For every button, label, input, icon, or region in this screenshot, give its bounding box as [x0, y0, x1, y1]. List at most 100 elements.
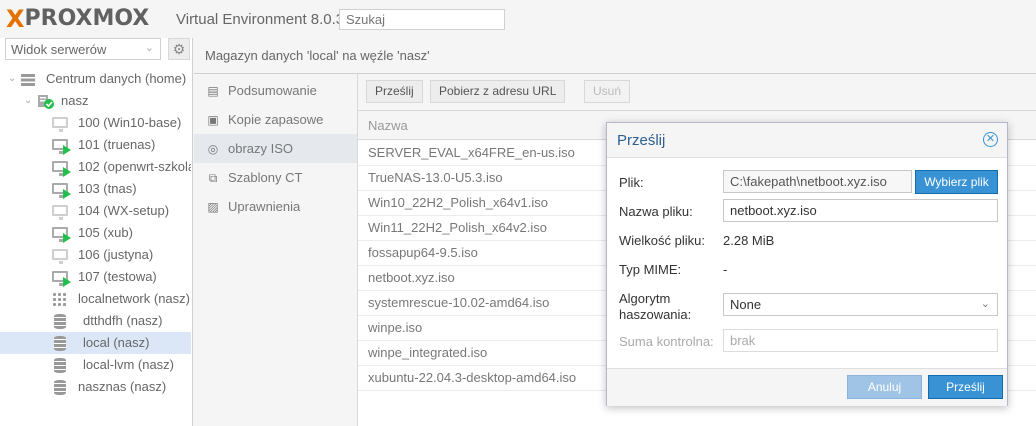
network-icon: [52, 292, 68, 306]
tree-item-label: 107 (testowa): [78, 269, 157, 284]
product-version: Virtual Environment 8.0.3: [176, 11, 345, 28]
tree-item[interactable]: dtthdfh (nasz): [0, 310, 191, 332]
checksum-label: Suma kontrolna:: [619, 334, 714, 349]
storage-icon: [52, 336, 68, 351]
iso-filename: systemrescue-10.02-amd64.iso: [368, 295, 550, 310]
iso-filename: Win11_22H2_Polish_x64v2.iso: [368, 220, 547, 235]
search-input[interactable]: [339, 9, 505, 30]
logo-x: X: [6, 5, 25, 33]
view-select[interactable]: Widok serwerów ⌄: [5, 38, 161, 60]
upload-dialog: Prześlij ✕ Plik: C:\fakepath\netboot.xyz…: [606, 122, 1008, 406]
tree-item[interactable]: local (nasz): [0, 332, 191, 354]
tree-item[interactable]: ⌄ Centrum danych (home): [0, 68, 191, 90]
top-bar: X PROXMOX Virtual Environment 8.0.3: [0, 0, 1036, 38]
hash-algorithm-select[interactable]: None ⌄: [723, 293, 998, 316]
tree-item-label: 103 (tnas): [78, 181, 137, 196]
file-label: Plik:: [619, 175, 644, 190]
tree-item[interactable]: localnetwork (nasz): [0, 288, 191, 310]
proxmox-logo: X PROXMOX: [6, 5, 150, 33]
tree-item[interactable]: 103 (tnas): [0, 178, 191, 200]
tree-item-label: 106 (justyna): [78, 247, 154, 262]
view-select-value: Widok serwerów: [11, 42, 107, 57]
hash-label-line1: Algorytm: [619, 291, 671, 306]
file-size-value: 2.28 MiB: [723, 233, 775, 248]
iso-toolbar: Prześlij Pobierz z adresu URL Usuń: [358, 74, 1036, 111]
book-icon: ▤: [207, 84, 219, 98]
filename-label: Nazwa pliku:: [619, 204, 693, 219]
tree-item-label: local (nasz): [83, 335, 150, 350]
close-icon[interactable]: ✕: [983, 132, 998, 147]
hash-label: Algorytm haszowania:: [619, 291, 691, 323]
mime-value: -: [723, 262, 728, 277]
upload-confirm-button[interactable]: Prześlij: [928, 375, 1003, 399]
menu-item-label: Szablony CT: [228, 170, 303, 185]
download-url-button[interactable]: Pobierz z adresu URL: [430, 80, 566, 103]
checksum-input[interactable]: brak: [723, 329, 998, 352]
node-icon: [37, 94, 54, 109]
content-header: Magazyn danych 'local' na węźle 'nasz': [194, 38, 1036, 74]
tree-item[interactable]: nasznas (nasz): [0, 376, 191, 398]
tree-item-label: Centrum danych (home): [46, 71, 187, 86]
tree-item[interactable]: 105 (xub): [0, 222, 191, 244]
tree-item-label: localnetwork (nasz): [78, 291, 190, 306]
hash-label-line2: haszowania:: [619, 307, 692, 322]
logo-word: PROXMOX: [24, 6, 150, 31]
column-header-label: Nazwa: [368, 118, 408, 133]
tree-item-label: 102 (openwrt-szkola): [78, 159, 191, 174]
storage-icon: [52, 314, 68, 329]
menu-item[interactable]: ▨ Uprawnienia: [194, 192, 357, 221]
iso-filename: winpe_integrated.iso: [368, 345, 488, 360]
menu-item[interactable]: ▤ Podsumowanie: [194, 76, 357, 105]
disc-icon: ◎: [207, 142, 219, 156]
tree-item[interactable]: 102 (openwrt-szkola): [0, 156, 191, 178]
tree-expand-icon[interactable]: ⌄: [24, 90, 32, 112]
menu-item-label: Kopie zapasowe: [228, 112, 324, 127]
delete-button[interactable]: Usuń: [584, 80, 631, 103]
unlock-icon: ▨: [207, 200, 219, 214]
storage-icon: [52, 358, 68, 373]
dialog-title: Prześlij: [617, 132, 666, 149]
iso-filename: TrueNAS-13.0-U5.3.iso: [368, 170, 503, 185]
tree-item-label: local-lvm (nasz): [83, 357, 175, 372]
tree-item[interactable]: ⌄ nasz: [0, 90, 191, 112]
tree-item-label: dtthdfh (nasz): [83, 313, 163, 328]
tree-item[interactable]: 104 (WX-setup): [0, 200, 191, 222]
file-path-field[interactable]: C:\fakepath\netboot.xyz.iso: [723, 170, 912, 193]
iso-filename: fossapup64-9.5.iso: [368, 245, 478, 260]
menu-item[interactable]: ▣ Kopie zapasowe: [194, 105, 357, 134]
tree-item[interactable]: 107 (testowa): [0, 266, 191, 288]
vm-icon: [52, 160, 71, 177]
menu-item[interactable]: ⧉ Szablony CT: [194, 163, 357, 192]
tree-item-label: nasznas (nasz): [78, 379, 167, 394]
vm-icon: [52, 138, 71, 155]
cancel-button[interactable]: Anuluj: [847, 375, 922, 399]
vm-icon: [52, 248, 68, 264]
pick-file-button[interactable]: Wybierz plik: [915, 170, 998, 194]
iso-filename: winpe.iso: [368, 320, 423, 335]
tree-item[interactable]: 100 (Win10-base): [0, 112, 191, 134]
settings-button[interactable]: ⚙: [168, 38, 190, 60]
vm-icon: [52, 226, 71, 243]
vm-icon: [52, 182, 71, 199]
chevron-down-icon: ⌄: [980, 298, 990, 310]
tree-item[interactable]: 101 (truenas): [0, 134, 191, 156]
iso-filename: Win10_22H2_Polish_x64v1.iso: [368, 195, 548, 210]
menu-item-label: Uprawnienia: [228, 199, 301, 214]
storage-icon: [52, 380, 68, 395]
dialog-header: Prześlij ✕: [607, 123, 1007, 158]
hash-algorithm-value: None: [730, 297, 762, 312]
tree-item[interactable]: 106 (justyna): [0, 244, 191, 266]
iso-filename: xubuntu-22.04.3-desktop-amd64.iso: [368, 370, 577, 385]
iso-filename: SERVER_EVAL_x64FRE_en-us.iso: [368, 145, 575, 160]
vm-icon: [52, 204, 68, 220]
tree-item[interactable]: local-lvm (nasz): [0, 354, 191, 376]
tree-expand-icon[interactable]: ⌄: [8, 68, 16, 90]
copy-icon: ⧉: [208, 171, 218, 185]
filename-input[interactable]: netboot.xyz.iso: [723, 199, 998, 222]
tree-item-label: 105 (xub): [78, 225, 133, 240]
tree-item-label: 101 (truenas): [78, 137, 156, 152]
upload-button[interactable]: Prześlij: [366, 80, 423, 103]
gear-icon: ⚙: [172, 41, 186, 57]
menu-item-label: obrazy ISO: [228, 141, 294, 156]
menu-item[interactable]: ◎ obrazy ISO: [194, 134, 357, 163]
